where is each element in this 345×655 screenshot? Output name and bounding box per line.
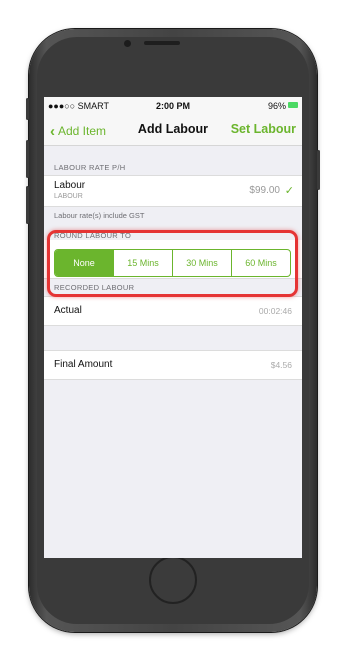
final-amount-value: $4.56 (270, 360, 292, 370)
checkmark-icon: ✓ (284, 185, 294, 197)
segment-15-mins[interactable]: 15 Mins (113, 250, 172, 276)
labour-rate-header: LABOUR RATE P/H (54, 163, 126, 172)
labour-rate-value: $99.00 (249, 185, 280, 196)
round-labour-segmented-control[interactable]: None 15 Mins 30 Mins 60 Mins (54, 249, 291, 277)
app-screen: ●●●○○ SMART 2:00 PM 96% ‹ Add Item Add La… (44, 97, 302, 558)
status-bar: ●●●○○ SMART 2:00 PM 96% (44, 97, 302, 115)
battery-percent: 96% (267, 101, 286, 111)
power-button (317, 150, 320, 190)
actual-label: Actual (54, 305, 82, 316)
round-labour-row: None 15 Mins 30 Mins 60 Mins (44, 240, 302, 279)
final-amount-label: Final Amount (54, 359, 113, 370)
segment-30-mins[interactable]: 30 Mins (172, 250, 231, 276)
labour-rate-row[interactable]: Labour LABOUR $99.00 ✓ (44, 175, 302, 207)
gst-footnote: Labour rate(s) include GST (54, 211, 145, 220)
segment-60-mins[interactable]: 60 Mins (231, 250, 290, 276)
battery-icon (288, 102, 298, 108)
actual-value: 00:02:46 (258, 306, 292, 316)
speaker-grille (144, 41, 180, 45)
home-button[interactable] (149, 556, 197, 604)
mute-switch (26, 98, 29, 120)
front-camera-icon (124, 40, 131, 47)
volume-down-button (26, 186, 29, 224)
labour-sublabel: LABOUR (54, 193, 83, 200)
volume-up-button (26, 140, 29, 178)
navigation-bar: ‹ Add Item Add Labour Set Labour (44, 115, 302, 146)
final-amount-row: Final Amount $4.56 (44, 350, 302, 380)
segment-none[interactable]: None (55, 250, 113, 276)
recorded-labour-header: RECORDED LABOUR (54, 283, 135, 292)
actual-row[interactable]: Actual 00:02:46 (44, 296, 302, 326)
clock: 2:00 PM (155, 101, 190, 111)
set-labour-button[interactable]: Set Labour (231, 122, 296, 136)
round-labour-header: ROUND LABOUR TO (54, 231, 132, 240)
labour-label: Labour (54, 180, 86, 191)
